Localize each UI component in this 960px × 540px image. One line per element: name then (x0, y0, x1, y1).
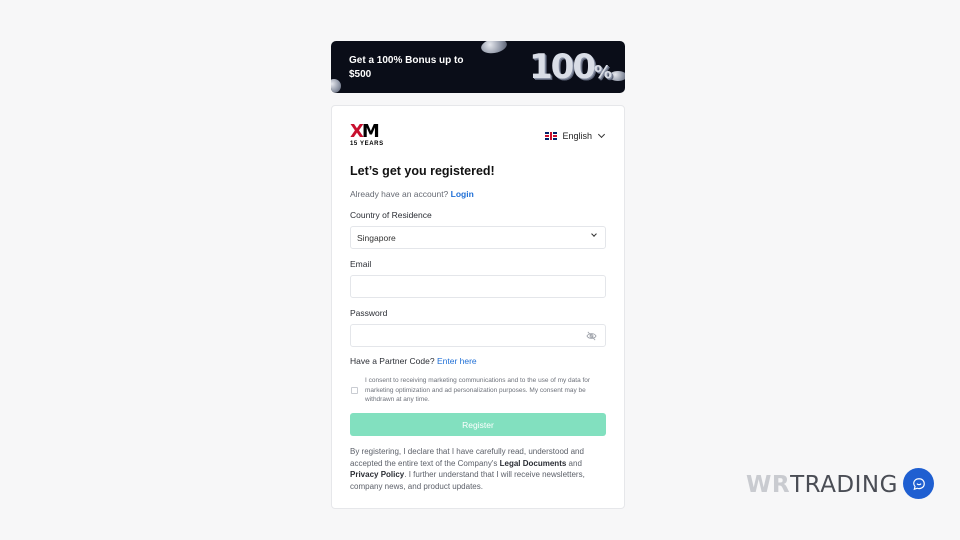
country-value: Singapore (357, 232, 396, 243)
legal-and: and (568, 458, 582, 468)
password-label: Password (350, 308, 388, 318)
banner-headline: Get a 100% Bonus up to $500 (349, 55, 464, 80)
login-prompt: Already have an account? Login (350, 189, 474, 199)
uk-flag-icon (545, 132, 558, 140)
country-select[interactable]: Singapore (350, 226, 606, 249)
registration-card: XM 15 YEARS English Let’s get you regist… (331, 105, 625, 509)
partner-code-link[interactable]: Enter here (437, 356, 477, 366)
email-label: Email (350, 259, 372, 269)
logo-years: 15 YEARS (350, 141, 384, 147)
password-field[interactable] (350, 324, 606, 347)
register-button[interactable]: Register (350, 413, 606, 436)
partner-text: Have a Partner Code? (350, 356, 435, 366)
watermark-part-a: WR (746, 472, 791, 498)
chevron-down-icon (597, 130, 606, 139)
page-title: Let’s get you registered! (350, 164, 495, 178)
language-label: English (562, 131, 592, 141)
coin-decoration (479, 41, 509, 56)
email-field[interactable] (350, 275, 606, 298)
login-link[interactable]: Login (451, 189, 474, 199)
eye-off-icon[interactable] (586, 331, 597, 341)
wr-trading-watermark: WR TRADING (746, 472, 898, 498)
coin-decoration (331, 79, 341, 93)
privacy-policy-link[interactable]: Privacy Policy (350, 470, 404, 479)
consent-checkbox[interactable] (351, 387, 358, 394)
consent-text: I consent to receiving marketing communi… (365, 377, 591, 403)
banner-100-graphic: 100% (529, 47, 613, 87)
legal-disclaimer: By registering, I declare that I have ca… (350, 446, 608, 492)
login-prompt-text: Already have an account? (350, 189, 449, 199)
xm-logo[interactable]: XM 15 YEARS (350, 121, 390, 148)
logo-m: M (361, 121, 380, 142)
promo-banner[interactable]: Get a 100% Bonus up to $500 100% (331, 41, 625, 93)
legal-documents-link[interactable]: Legal Documents (500, 459, 567, 468)
chevron-down-icon (591, 231, 597, 237)
language-selector[interactable]: English (545, 130, 606, 141)
watermark-part-b: TRADING (790, 472, 898, 498)
partner-code-prompt: Have a Partner Code? Enter here (350, 356, 477, 366)
country-label: Country of Residence (350, 210, 432, 220)
chat-button[interactable] (903, 468, 934, 499)
chat-bubble-icon (912, 477, 925, 490)
